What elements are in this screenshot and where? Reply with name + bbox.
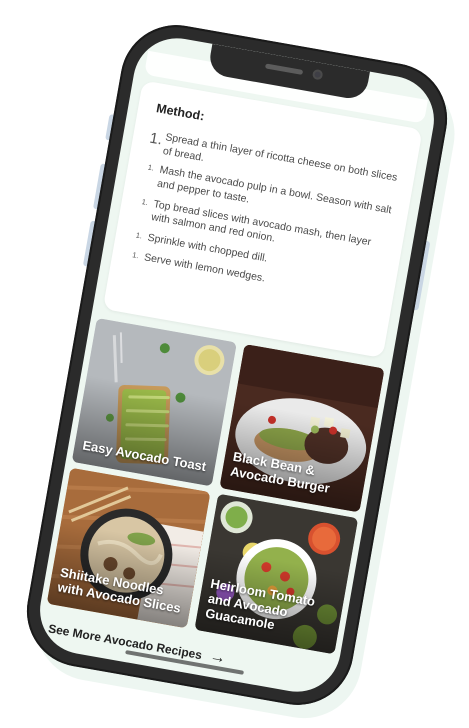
recipe-card-shiitake-noodles[interactable]: Shiitake Noodles with Avocado Slices (46, 467, 211, 629)
recipe-card-avocado-toast[interactable]: Easy Avocado Toast (71, 317, 237, 487)
speaker-grille (264, 63, 304, 75)
step-number: 1. (135, 230, 143, 241)
see-more-label: See More Avocado Recipes (47, 621, 204, 663)
method-card: Method: 1. Spread a thin layer of ricott… (102, 80, 423, 359)
phone-mockup: Method: 1. Spread a thin layer of ricott… (18, 16, 464, 728)
recipe-card-heirloom-guacamole[interactable]: Heirloom Tomato and Avocado Guacamole (194, 493, 359, 655)
method-steps-list: 1. Spread a thin layer of ricotta cheese… (125, 128, 401, 307)
front-camera (311, 68, 324, 81)
step-number: 1. (141, 196, 149, 207)
scene: Method: 1. Spread a thin layer of ricott… (0, 0, 469, 728)
step-number: 1. (147, 162, 155, 173)
phone-screen: Method: 1. Spread a thin layer of ricott… (33, 31, 441, 699)
recipe-card-black-bean-burger[interactable]: Black Bean & Avocado Burger (219, 344, 385, 513)
recipe-grid: Easy Avocado Toast Black Bean & Avocado … (41, 317, 391, 655)
step-number: 1. (131, 250, 140, 261)
phone-frame: Method: 1. Spread a thin layer of ricott… (18, 16, 456, 714)
